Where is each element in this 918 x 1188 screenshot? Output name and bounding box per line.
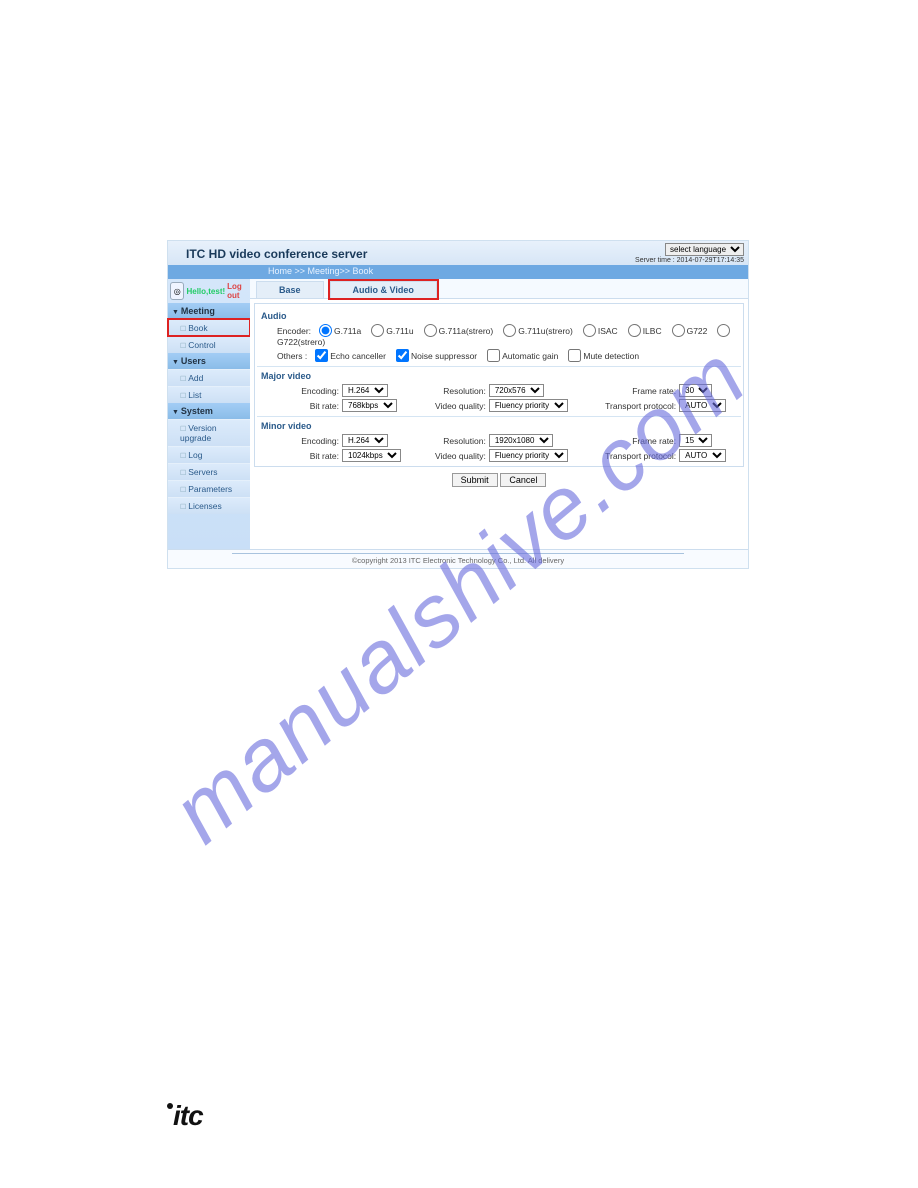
- sidebar-item-version-upgrade[interactable]: Version upgrade: [168, 419, 250, 446]
- tab-base[interactable]: Base: [256, 281, 324, 298]
- minor-bitrate-label: Bit rate:: [277, 451, 339, 461]
- breadcrumb: Home >> Meeting>> Book: [268, 266, 373, 276]
- major-encoding-select[interactable]: H.264: [342, 384, 388, 397]
- sidebar: ◎ Hello,test! Log out Meeting Book Contr…: [168, 279, 250, 549]
- encoder-opt: G.711a(strero): [439, 326, 494, 336]
- encoder-radio-g711a[interactable]: [319, 324, 332, 337]
- major-frame-label: Frame rate:: [594, 386, 676, 396]
- chk-label: Mute detection: [583, 351, 639, 361]
- others-row: Others : Echo canceller Noise suppressor…: [263, 349, 735, 362]
- audio-section-title: Audio: [261, 311, 735, 321]
- cancel-button[interactable]: Cancel: [500, 473, 546, 487]
- tab-audio-video[interactable]: Audio & Video: [330, 281, 437, 298]
- sidebar-item-book[interactable]: Book: [168, 319, 250, 336]
- encoder-radio-ilbc[interactable]: [628, 324, 641, 337]
- language-select[interactable]: select language: [665, 243, 744, 256]
- encoder-radio-isac[interactable]: [583, 324, 596, 337]
- sidebar-user: ◎ Hello,test! Log out: [168, 279, 250, 303]
- chk-label: Noise suppressor: [411, 351, 477, 361]
- logout-link[interactable]: Log out: [227, 282, 250, 300]
- sidebar-item-add[interactable]: Add: [168, 369, 250, 386]
- sidebar-item-licenses[interactable]: Licenses: [168, 497, 250, 514]
- encoder-radio-g711u-stereo[interactable]: [503, 324, 516, 337]
- submit-button[interactable]: Submit: [452, 473, 498, 487]
- chk-mute-detection[interactable]: [568, 349, 581, 362]
- major-quality-select[interactable]: Fluency priority: [489, 399, 568, 412]
- minor-transport-label: Transport protocol:: [594, 451, 676, 461]
- button-row: Submit Cancel: [250, 473, 748, 487]
- separator: [257, 416, 741, 417]
- encoder-radio-g711u[interactable]: [371, 324, 384, 337]
- major-transport-label: Transport protocol:: [594, 401, 676, 411]
- encoder-radio-g722[interactable]: [672, 324, 685, 337]
- sidebar-section-system[interactable]: System: [168, 403, 250, 419]
- separator: [257, 366, 741, 367]
- sidebar-item-control[interactable]: Control: [168, 336, 250, 353]
- major-resolution-label: Resolution:: [424, 386, 486, 396]
- encoder-opt: G.711a: [334, 326, 361, 336]
- encoder-opt: ISAC: [598, 326, 618, 336]
- encoder-radio-g722-stereo[interactable]: [717, 324, 730, 337]
- major-encoding-label: Encoding:: [277, 386, 339, 396]
- sidebar-item-parameters[interactable]: Parameters: [168, 480, 250, 497]
- encoder-opt: G.711u(strero): [518, 326, 573, 336]
- minor-transport-select[interactable]: AUTO: [679, 449, 726, 462]
- major-transport-select[interactable]: AUTO: [679, 399, 726, 412]
- minor-encoding-label: Encoding:: [277, 436, 339, 446]
- minor-frame-label: Frame rate:: [594, 436, 676, 446]
- settings-panel: Audio Encoder: G.711a G.711u G.711a(stre…: [254, 303, 744, 467]
- app-window: ITC HD video conference server select la…: [167, 240, 749, 569]
- tab-row: Base Audio & Video: [250, 279, 748, 299]
- major-bitrate-label: Bit rate:: [277, 401, 339, 411]
- encoder-opt: ILBC: [643, 326, 662, 336]
- itc-logo: itc: [167, 1100, 203, 1132]
- header-bar: ITC HD video conference server select la…: [168, 241, 748, 265]
- encoder-radio-g711a-stereo[interactable]: [424, 324, 437, 337]
- top-bar: Home >> Meeting>> Book: [168, 265, 748, 279]
- sidebar-item-list[interactable]: List: [168, 386, 250, 403]
- minor-encoding-select[interactable]: H.264: [342, 434, 388, 447]
- copyright-text: ©copyright 2013 ITC Electronic Technolog…: [232, 553, 684, 565]
- minor-quality-label: Video quality:: [424, 451, 486, 461]
- sidebar-item-log[interactable]: Log: [168, 446, 250, 463]
- major-resolution-select[interactable]: 720x576: [489, 384, 544, 397]
- hello-text: Hello,test!: [186, 287, 225, 296]
- major-frame-select[interactable]: 30: [679, 384, 712, 397]
- sidebar-item-servers[interactable]: Servers: [168, 463, 250, 480]
- others-label: Others :: [277, 351, 307, 361]
- chk-noise-suppressor[interactable]: [396, 349, 409, 362]
- major-bitrate-select[interactable]: 768kbps: [342, 399, 397, 412]
- encoder-opt: G722: [687, 326, 708, 336]
- sidebar-section-users[interactable]: Users: [168, 353, 250, 369]
- chk-automatic-gain[interactable]: [487, 349, 500, 362]
- minor-resolution-select[interactable]: 1920x1080: [489, 434, 553, 447]
- major-quality-label: Video quality:: [424, 401, 486, 411]
- encoder-label: Encoder:: [277, 326, 311, 336]
- major-video-title: Major video: [261, 371, 735, 381]
- encoder-row: Encoder: G.711a G.711u G.711a(strero) G.…: [263, 324, 735, 347]
- server-time: Server time : 2014-07-29T17:14:35: [635, 257, 744, 264]
- avatar-icon: ◎: [170, 282, 184, 300]
- minor-quality-select[interactable]: Fluency priority: [489, 449, 568, 462]
- sidebar-section-meeting[interactable]: Meeting: [168, 303, 250, 319]
- encoder-opt: G722(strero): [277, 337, 325, 347]
- minor-bitrate-select[interactable]: 1024kbps: [342, 449, 401, 462]
- chk-label: Echo canceller: [330, 351, 386, 361]
- encoder-opt: G.711u: [386, 326, 413, 336]
- chk-echo-canceller[interactable]: [315, 349, 328, 362]
- minor-video-title: Minor video: [261, 421, 735, 431]
- minor-frame-select[interactable]: 15: [679, 434, 712, 447]
- chk-label: Automatic gain: [502, 351, 558, 361]
- main-panel: Base Audio & Video Audio Encoder: G.711a…: [250, 279, 748, 549]
- minor-resolution-label: Resolution:: [424, 436, 486, 446]
- footer: ©copyright 2013 ITC Electronic Technolog…: [168, 549, 748, 568]
